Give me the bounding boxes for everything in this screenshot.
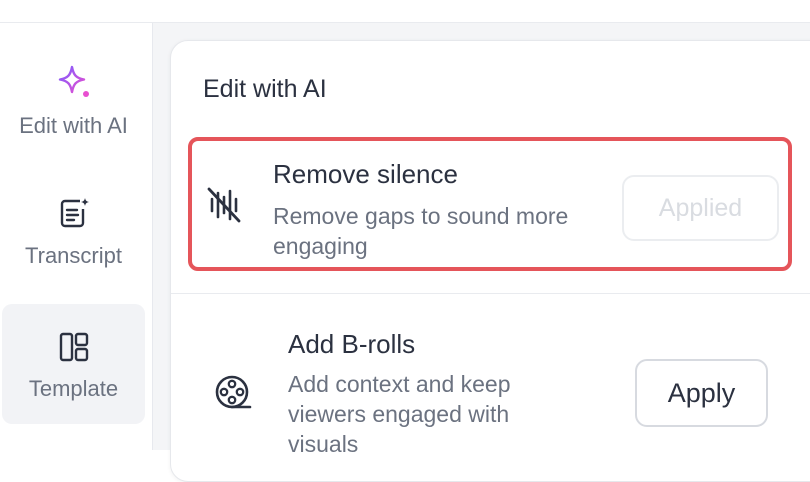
edit-with-ai-panel: Edit with AI Remove silence Remove gaps … [170, 40, 810, 482]
divider [171, 293, 810, 294]
feature-title: Add B-rolls [288, 329, 416, 359]
feature-title: Remove silence [273, 159, 458, 189]
sidebar-item-transcript[interactable]: Transcript [2, 181, 145, 301]
sidebar-item-label: Template [28, 376, 119, 401]
sidebar-item-label: Edit with AI [19, 113, 128, 138]
sidebar-item-edit-with-ai[interactable]: Edit with AI [2, 51, 145, 171]
feature-description: Add context and keep viewers engaged wit… [288, 371, 511, 457]
sidebar-item-label: Transcript [25, 243, 122, 268]
feature-card-add-b-rolls: Add B-rolls Add context and keep viewers… [188, 311, 792, 481]
applied-button[interactable]: Applied [622, 175, 779, 241]
panel-title: Edit with AI [203, 75, 327, 103]
film-reel-icon [213, 373, 253, 418]
sparkle-icon [52, 61, 96, 110]
sidebar-item-template[interactable]: Template [2, 304, 145, 424]
feature-card-remove-silence: Remove silence Remove gaps to sound more… [188, 137, 792, 271]
mute-waveform-icon [206, 185, 242, 230]
apply-button[interactable]: Apply [635, 359, 768, 427]
transcript-icon [56, 195, 92, 236]
top-bar [0, 0, 810, 23]
sidebar: Edit with AI Transcript Template [0, 23, 153, 450]
feature-description: Remove gaps to sound more engaging [273, 203, 569, 259]
template-icon [57, 330, 91, 369]
